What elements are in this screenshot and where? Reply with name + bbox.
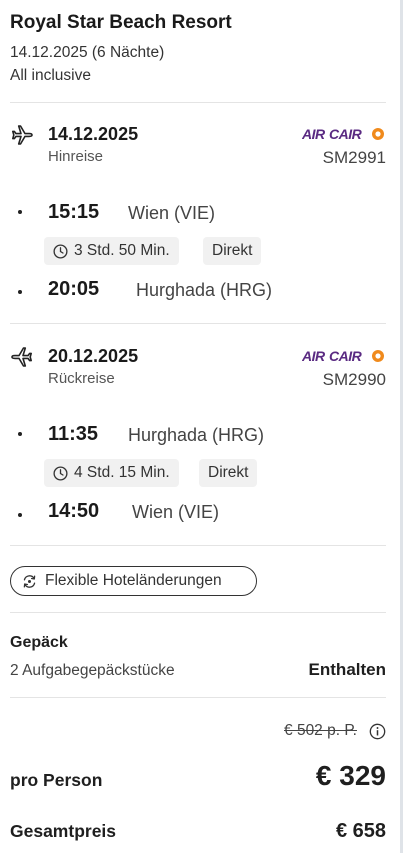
- airline-logo: AIR CAIR: [302, 348, 384, 364]
- return-direction: Rückreise: [48, 370, 115, 387]
- divider: [10, 612, 386, 613]
- outbound-departure-place: Wien (VIE): [128, 203, 216, 223]
- clock-icon: [53, 243, 68, 259]
- timeline-dot: [18, 210, 22, 214]
- return-departure-time: 11:35: [48, 423, 99, 445]
- baggage-status: Enthalten: [308, 660, 386, 679]
- outbound-flight-number: SM2991: [322, 148, 386, 167]
- return-duration: 4 Std. 15 Min.: [74, 464, 170, 481]
- hotel-name: Royal Star Beach Resort: [10, 12, 232, 33]
- outbound-departure-time: 15:15: [48, 201, 100, 223]
- outbound-stop-chip: Direkt: [203, 237, 262, 265]
- return-flight-number: SM2990: [322, 370, 386, 389]
- timeline-dot: [18, 513, 22, 517]
- old-price: € 502 p. P.: [284, 722, 357, 739]
- outbound-date: 14.12.2025: [48, 124, 139, 144]
- flexible-hotel-changes-label: Flexible Hoteländerungen: [45, 572, 222, 589]
- return-date: 20.12.2025: [48, 346, 139, 366]
- outbound-stop-type: Direkt: [212, 242, 253, 259]
- svg-text:CAIR: CAIR: [329, 348, 363, 364]
- timeline-dot: [18, 432, 22, 436]
- outbound-duration: 3 Std. 50 Min.: [74, 242, 170, 259]
- outbound-arrival-place: Hurghada (HRG): [136, 280, 273, 300]
- return-arrival-place: Wien (VIE): [132, 502, 220, 522]
- outbound-direction: Hinreise: [48, 148, 104, 165]
- return-stop-type: Direkt: [208, 464, 249, 481]
- booking-summary-panel: Royal Star Beach Resort 14.12.2025 (6 Nä…: [0, 0, 403, 853]
- baggage-description: 2 Aufgabegepäckstücke: [10, 662, 175, 679]
- hotel-dates: 14.12.2025 (6 Nächte): [10, 44, 165, 61]
- divider: [10, 697, 386, 698]
- return-duration-chip: 4 Std. 15 Min.: [44, 459, 179, 487]
- total-price-label: Gesamtpreis: [10, 821, 117, 841]
- per-person-label: pro Person: [10, 770, 103, 790]
- outbound-arrival-time: 20:05: [48, 278, 100, 300]
- clock-icon: [53, 465, 68, 481]
- hotel-board-type: All inclusive: [10, 67, 91, 84]
- per-person-price: € 329: [315, 760, 386, 791]
- total-price: € 658: [335, 820, 386, 842]
- plane-departure-icon: [12, 125, 33, 145]
- divider: [10, 102, 386, 103]
- divider: [10, 545, 386, 546]
- airline-logo: AIR CAIR: [302, 126, 384, 142]
- return-arrival-time: 14:50: [48, 500, 100, 522]
- flex-change-icon: [23, 574, 36, 588]
- baggage-title: Gepäck: [10, 634, 68, 651]
- svg-text:CAIR: CAIR: [329, 126, 363, 142]
- plane-return-icon: [11, 347, 32, 367]
- return-departure-place: Hurghada (HRG): [128, 425, 265, 445]
- return-stop-chip: Direkt: [199, 459, 258, 487]
- svg-text:AIR: AIR: [302, 126, 326, 142]
- divider: [10, 323, 386, 324]
- timeline-dot: [18, 290, 22, 294]
- outbound-duration-chip: 3 Std. 50 Min.: [44, 237, 179, 265]
- info-icon[interactable]: [369, 723, 386, 740]
- svg-text:AIR: AIR: [302, 348, 326, 364]
- flexible-hotel-changes-button[interactable]: Flexible Hoteländerungen: [10, 566, 257, 596]
